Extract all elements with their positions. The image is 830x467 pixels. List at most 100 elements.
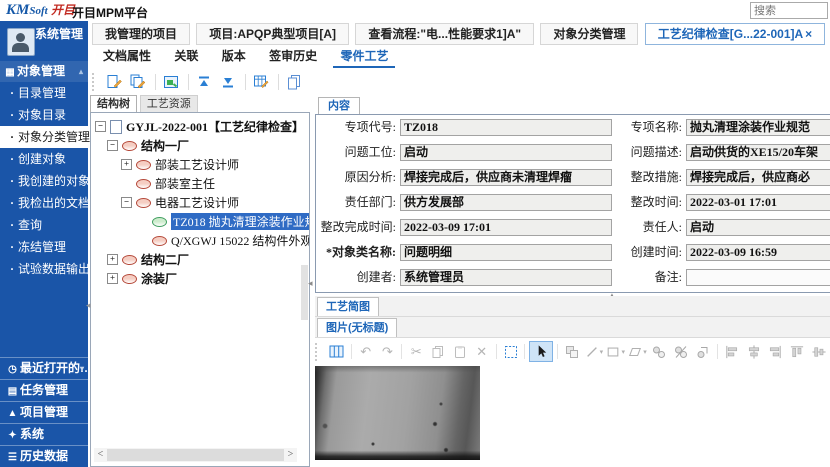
scrollbar-thumb[interactable] <box>301 265 308 320</box>
field-cause-analysis[interactable]: 焊接完成后，供应商未清理焊瘤 <box>400 169 612 186</box>
chevron-down-icon[interactable]: ▾ <box>80 358 84 379</box>
edit-document-icon[interactable] <box>103 72 125 92</box>
sidebar-item-object-catalog[interactable]: ·对象目录 <box>0 104 88 126</box>
folder-image-icon[interactable] <box>160 72 182 92</box>
chevron-down-icon[interactable]: ▾ <box>621 348 625 356</box>
cut-icon[interactable]: ✂ <box>406 342 426 361</box>
delete-icon[interactable]: ✕ <box>472 342 492 361</box>
undo-icon[interactable]: ↶ <box>356 342 376 361</box>
tab-view-flow[interactable]: 查看流程:"电...性能要求1]A" <box>355 23 534 45</box>
tree-collapse-icon[interactable]: − <box>95 121 106 132</box>
toolbar-drag-handle[interactable] <box>315 343 320 361</box>
tab-sign-history[interactable]: 签审历史 <box>262 47 324 66</box>
tab-versions[interactable]: 版本 <box>215 47 253 66</box>
tree-node-factory-2[interactable]: +结构二厂 <box>91 250 309 269</box>
sidebar-item-project-management[interactable]: ▲项目管理 <box>0 401 88 423</box>
sidebar-item-query[interactable]: ·查询 <box>0 214 88 236</box>
tab-object-classification[interactable]: 对象分类管理 <box>540 23 638 45</box>
tree-node-electric-designer[interactable]: −电器工艺设计师 <box>91 193 309 212</box>
tree-expand-icon[interactable]: + <box>107 254 118 265</box>
sidebar-item-recently-opened[interactable]: ◷最近打开的…▾ <box>0 357 88 379</box>
flip-vertical-icon[interactable] <box>671 342 691 361</box>
field-responsible-person[interactable]: 启动 <box>686 219 830 236</box>
close-icon[interactable]: × <box>805 27 812 41</box>
sidebar-collapse-arrow-icon[interactable]: ◂ <box>86 300 91 311</box>
field-remarks[interactable] <box>686 269 830 286</box>
tree-expand-icon[interactable]: + <box>121 159 132 170</box>
sidebar-item-my-checked-out-docs[interactable]: ·我检出的文档 <box>0 192 88 214</box>
sidebar-item-freeze-management[interactable]: ·冻结管理 <box>0 236 88 258</box>
field-creator[interactable]: 系统管理员 <box>400 269 612 286</box>
field-correction-complete-time[interactable]: 2022-03-09 17:01 <box>400 219 612 236</box>
tab-image-untitled[interactable]: 图片(无标题) <box>317 318 397 337</box>
copy-icon[interactable] <box>428 342 448 361</box>
sidebar-item-task-management[interactable]: ▤任务管理 <box>0 379 88 401</box>
field-special-name[interactable]: 抛丸清理涂装作业规范 <box>686 119 830 136</box>
search-input[interactable] <box>750 2 828 19</box>
sidebar-item-system[interactable]: ✦系统 <box>0 423 88 445</box>
edit-documents-icon[interactable] <box>127 72 149 92</box>
select-marquee-icon[interactable] <box>501 342 521 361</box>
scroll-left-icon[interactable]: < <box>94 448 107 462</box>
sidebar-item-my-created-objects[interactable]: ·我创建的对象 <box>0 170 88 192</box>
sidebar-item-object-classification[interactable]: ·对象分类管理 <box>0 126 88 148</box>
process-photo[interactable] <box>315 366 480 460</box>
chevron-down-icon[interactable]: ▾ <box>643 348 647 356</box>
sidebar-item-test-data-output[interactable]: ·试验数据输出… <box>0 258 88 280</box>
tab-relations[interactable]: 关联 <box>167 47 205 66</box>
tree-node-assembly-director[interactable]: 部装室主任 <box>91 174 309 193</box>
tab-structure-tree[interactable]: 结构树 <box>90 95 137 112</box>
align-left-icon[interactable] <box>722 342 742 361</box>
cursor-select-tool-icon[interactable] <box>529 341 553 362</box>
tab-document-properties[interactable]: 文档属性 <box>96 47 158 66</box>
tree-node-painting-factory[interactable]: +涂装厂 <box>91 269 309 288</box>
chevron-down-icon[interactable]: ▾ <box>600 348 604 356</box>
tree-vertical-scrollbar[interactable] <box>301 115 308 446</box>
grid-columns-icon[interactable] <box>327 342 347 361</box>
sidebar-item-create-object[interactable]: ·创建对象 <box>0 148 88 170</box>
tab-process-discipline-check[interactable]: 工艺纪律检查[G...22-001]A× <box>645 23 825 45</box>
tab-project-apqp[interactable]: 项目:APQP典型项目[A] <box>196 23 349 45</box>
collapse-to-top-icon[interactable] <box>193 72 215 92</box>
align-middle-icon[interactable] <box>809 342 829 361</box>
collapse-to-bottom-icon[interactable] <box>217 72 239 92</box>
field-responsible-department[interactable]: 供方发展部 <box>400 194 612 211</box>
polygon-tool-icon[interactable]: ▾ <box>628 342 648 361</box>
rotate-shape-icon[interactable] <box>693 342 713 361</box>
field-create-time[interactable]: 2022-03-09 16:59 <box>686 244 830 261</box>
tree-collapse-icon[interactable]: − <box>107 140 118 151</box>
line-tool-icon[interactable]: ▾ <box>584 342 604 361</box>
paste-icon[interactable] <box>450 342 470 361</box>
field-problem-station[interactable]: 启动 <box>400 144 612 161</box>
splitter-collapse-arrow-icon[interactable]: ◂ <box>308 278 313 289</box>
edit-table-icon[interactable] <box>250 72 272 92</box>
tab-content[interactable]: 内容 <box>318 97 360 114</box>
redo-icon[interactable]: ↷ <box>378 342 398 361</box>
align-center-icon[interactable] <box>744 342 764 361</box>
group-shapes-icon[interactable] <box>562 342 582 361</box>
field-object-class-name[interactable]: 问题明细 <box>400 244 612 261</box>
field-problem-description[interactable]: 启动供货的XE15/20车架 <box>686 144 830 161</box>
toolbar-drag-handle[interactable] <box>92 73 97 91</box>
sidebar-section-object-management[interactable]: ▦对象管理 ▴ <box>0 61 88 82</box>
sidebar-item-catalog-management[interactable]: ·目录管理 <box>0 82 88 104</box>
field-corrective-action[interactable]: 焊接完成后，供应商必 <box>686 169 830 186</box>
field-special-code[interactable]: TZ018 <box>400 119 612 136</box>
rectangle-tool-icon[interactable]: ▾ <box>606 342 626 361</box>
sidebar-item-history-data[interactable]: ☰历史数据 <box>0 445 88 467</box>
scrollbar-thumb[interactable] <box>107 449 284 461</box>
tree-collapse-icon[interactable]: − <box>121 197 132 208</box>
field-correction-time[interactable]: 2022-03-01 17:01 <box>686 194 830 211</box>
align-top-icon[interactable] <box>787 342 807 361</box>
scroll-right-icon[interactable]: > <box>284 448 297 462</box>
tree-node-assembly-designer[interactable]: +部装工艺设计师 <box>91 155 309 174</box>
flip-horizontal-icon[interactable] <box>649 342 669 361</box>
align-right-icon[interactable] <box>765 342 785 361</box>
tree-node-factory-1[interactable]: −结构一厂 <box>91 136 309 155</box>
tree-node-qxgwj-15022[interactable]: Q/XGWJ 15022 结构件外观质量要求 <box>91 231 309 250</box>
copy-page-icon[interactable] <box>283 72 305 92</box>
tab-my-projects[interactable]: 我管理的项目 <box>92 23 190 45</box>
tree-node-tz018-selected[interactable]: TZ018 抛丸清理涂装作业规范 <box>91 212 309 231</box>
user-avatar[interactable] <box>7 28 35 56</box>
tree-expand-icon[interactable]: + <box>107 273 118 284</box>
